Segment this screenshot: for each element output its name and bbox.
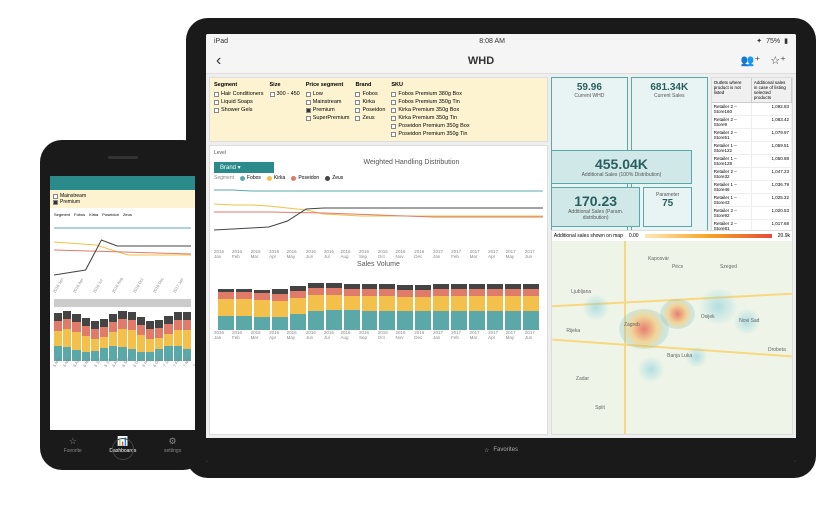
map-canvas[interactable]: Ljubljana Zagreb Banja Luka Split Zadar … — [552, 241, 792, 434]
dashboard: Segment Hair Conditioners Liquid Soaps S… — [206, 74, 796, 438]
home-button[interactable] — [112, 438, 134, 460]
filter-panel: Segment Hair Conditioners Liquid Soaps S… — [209, 77, 548, 142]
star-icon: ☆ — [69, 436, 77, 447]
divider-bar — [54, 299, 191, 307]
filter-sku[interactable]: SKU Fobos Premium 380g Box Fobos Premium… — [391, 82, 469, 137]
phone-legend: Segment Fobos Kirka Poseidon Zeus — [54, 212, 191, 217]
filter-brand[interactable]: Brand Fobos Kirka Poseidon Zeus — [355, 82, 385, 137]
heatmap-gradient — [645, 234, 772, 238]
whd-chart[interactable]: Level Brand ▾ Weighted Handling Distribu… — [209, 145, 548, 435]
app-header: ‹ WHD 👥⁺ ☆⁺ — [206, 48, 796, 74]
bluetooth-icon: ✦ — [756, 37, 762, 45]
share-icon[interactable]: 👥⁺ — [741, 54, 761, 67]
map-panel[interactable]: Additional sales shown on map 0.00 20.9k… — [551, 230, 793, 435]
battery-icon: ▮ — [784, 37, 788, 45]
favorite-add-icon[interactable]: ☆⁺ — [770, 54, 786, 67]
status-time: 8:08 AM — [479, 38, 505, 45]
header-bar — [50, 176, 195, 190]
chart-legend: Segment Fobos Kirka Poseidon Zeus — [214, 175, 543, 181]
ipad-tabbar: ☆ Favorites — [206, 438, 796, 462]
iphone-device: Mainstream Premium Segment Fobos Kirka P… — [40, 140, 205, 470]
phone-axis: 2016 Jan2016 Apr2016 Jul2016 Aug2016 Oct… — [54, 290, 191, 295]
level-select[interactable]: Brand ▾ — [214, 162, 274, 173]
outlets-table[interactable]: Outlets where product is not listed Addi… — [711, 77, 793, 247]
ipad-screen: iPad 8:08 AM ✦ 75% ▮ ‹ WHD 👥⁺ ☆⁺ Segment… — [206, 34, 796, 462]
filter-price[interactable]: Price segment Low Mainstream Premium Sup… — [306, 82, 350, 137]
right-panel: 59.96 Current WHD 681.34K Current Sales … — [551, 77, 793, 435]
tab-favorites[interactable]: Favorites — [493, 447, 518, 453]
phone-bar-axis: 5 Mar6 Mar6 Apr6 May6 Jun6 Jul6 Aug6 Sep… — [54, 364, 191, 369]
x-axis-labels: 2016 Jan2016 Feb2016 Mar2016 Apr2016 May… — [214, 249, 543, 259]
ipad-device: iPad 8:08 AM ✦ 75% ▮ ‹ WHD 👥⁺ ☆⁺ Segment… — [186, 18, 816, 478]
left-panel: Segment Hair Conditioners Liquid Soaps S… — [209, 77, 548, 435]
tab-settings[interactable]: ⚙settings — [164, 436, 181, 454]
back-button[interactable]: ‹ — [216, 52, 221, 70]
tab-favorite[interactable]: ☆Favorite — [64, 436, 82, 454]
battery-level: 75% — [766, 38, 780, 45]
line-chart-area — [214, 185, 543, 245]
filter-segment[interactable]: Segment Hair Conditioners Liquid Soaps S… — [214, 82, 264, 137]
device-label: iPad — [214, 38, 228, 45]
phone-bars — [54, 311, 191, 361]
filter-size[interactable]: Size 300 - 450 — [270, 82, 300, 137]
star-icon[interactable]: ☆ — [484, 447, 489, 454]
bar-chart-area — [214, 270, 543, 330]
phone-chart[interactable]: Segment Fobos Kirka Poseidon Zeus 2016 J… — [50, 208, 195, 430]
phone-filters[interactable]: Mainstream Premium — [50, 190, 195, 208]
status-bar: iPad 8:08 AM ✦ 75% ▮ — [206, 34, 796, 48]
kpi-add100[interactable]: 455.04K Additional Sales (100% Distribut… — [551, 150, 692, 184]
x-axis-labels: 2016 Jan2016 Feb2016 Mar2016 Apr2016 May… — [214, 330, 543, 340]
gear-icon: ⚙ — [169, 436, 177, 447]
iphone-screen: Mainstream Premium Segment Fobos Kirka P… — [50, 176, 195, 430]
page-title: WHD — [468, 55, 494, 67]
speaker — [108, 156, 138, 159]
kpi-addparam[interactable]: 170.23 Additional Sales (Param. distribu… — [551, 187, 640, 227]
kpi-parameter[interactable]: Parameter 75 — [643, 187, 692, 227]
